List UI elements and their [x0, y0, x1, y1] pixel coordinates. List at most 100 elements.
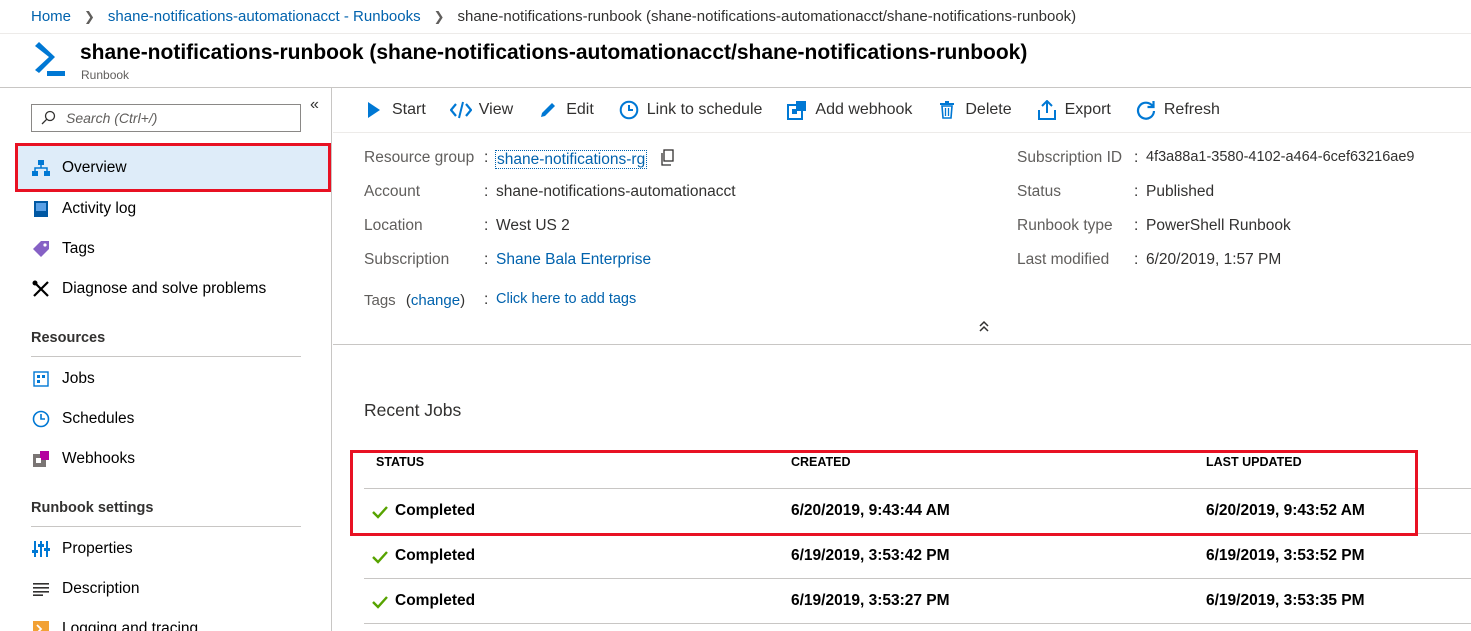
job-status: Completed: [395, 547, 476, 564]
column-header-created[interactable]: CREATED: [791, 455, 851, 469]
divider: [364, 623, 1471, 624]
link-to-schedule-button[interactable]: Link to schedule: [618, 99, 763, 121]
sidebar-item-label: Activity log: [62, 200, 137, 217]
colon: :: [1134, 217, 1139, 234]
sidebar-item-properties[interactable]: Properties: [17, 529, 329, 569]
delete-button[interactable]: Delete: [936, 99, 1012, 121]
resource-group-link[interactable]: shane-notifications-rg: [495, 150, 648, 169]
start-button[interactable]: Start: [363, 99, 426, 121]
page-subtitle: Runbook: [81, 68, 130, 82]
powershell-runbook-icon: [35, 42, 65, 76]
link-to-schedule-label: Link to schedule: [646, 101, 763, 118]
tags-change-link[interactable]: change: [411, 292, 460, 309]
subscription-link[interactable]: Shane Bala Enterprise: [496, 251, 651, 269]
export-button[interactable]: Export: [1036, 99, 1111, 121]
delete-label: Delete: [965, 101, 1012, 118]
search-box[interactable]: [31, 104, 301, 132]
job-updated: 6/19/2019, 3:53:35 PM: [1206, 592, 1365, 609]
start-label: Start: [392, 101, 426, 118]
trash-icon: [936, 99, 958, 121]
divider: [31, 356, 301, 357]
account-value: shane-notifications-automationacct: [496, 183, 736, 200]
sidebar-item-label: Schedules: [62, 410, 135, 427]
subscription-id-label: Subscription ID: [1017, 149, 1123, 166]
divider: [364, 533, 1471, 534]
search-input[interactable]: [66, 110, 286, 126]
last-modified-label: Last modified: [1017, 251, 1110, 268]
refresh-label: Refresh: [1163, 101, 1220, 118]
sidebar-item-diagnose[interactable]: Diagnose and solve problems: [17, 269, 329, 309]
view-label: View: [478, 101, 514, 118]
sidebar-item-label: Overview: [62, 158, 127, 176]
sidebar-item-logging[interactable]: Logging and tracing: [17, 609, 329, 631]
sidebar-item-jobs[interactable]: Jobs: [17, 359, 329, 399]
colon: :: [1134, 149, 1139, 166]
view-button[interactable]: View: [449, 99, 514, 121]
sidebar: « Overview Activity log Tags Diagnose an…: [0, 88, 332, 631]
edit-button[interactable]: Edit: [537, 99, 594, 121]
resource-group-value-row: shane-notifications-rg: [495, 149, 675, 169]
pencil-icon: [537, 99, 559, 121]
job-updated: 6/20/2019, 9:43:52 AM: [1206, 502, 1365, 519]
play-icon: [363, 99, 385, 121]
column-header-status[interactable]: STATUS: [376, 455, 424, 469]
logging-icon: [31, 619, 51, 631]
activity-log-icon: [31, 199, 51, 219]
breadcrumb-home[interactable]: Home: [31, 8, 71, 25]
collapse-sidebar-button[interactable]: «: [310, 96, 319, 114]
sidebar-item-description[interactable]: Description: [17, 569, 329, 609]
divider: [364, 578, 1471, 579]
refresh-icon: [1135, 99, 1157, 121]
job-status: Completed: [395, 592, 476, 609]
add-webhook-button[interactable]: Add webhook: [786, 99, 912, 121]
sidebar-item-schedules[interactable]: Schedules: [17, 399, 329, 439]
clock-icon: [31, 409, 51, 429]
checkmark-icon: [372, 551, 388, 564]
sidebar-item-label: Jobs: [62, 370, 95, 387]
export-icon: [1036, 99, 1058, 121]
location-label: Location: [364, 217, 423, 234]
colon: :: [484, 251, 489, 268]
sidebar-item-label: Diagnose and solve problems: [62, 280, 267, 297]
sidebar-item-webhooks[interactable]: Webhooks: [17, 439, 329, 479]
location-value: West US 2: [496, 217, 570, 234]
last-modified-value: 6/20/2019, 1:57 PM: [1146, 251, 1282, 268]
section-heading-resources: Resources: [31, 330, 106, 346]
subscription-id-value: 4f3a88a1-3580-4102-a464-6cef63216ae9: [1146, 149, 1415, 165]
sidebar-item-label: Webhooks: [62, 450, 135, 467]
search-icon: [41, 110, 56, 125]
subscription-label: Subscription: [364, 251, 450, 268]
divider: [364, 488, 1471, 489]
copy-icon[interactable]: [660, 149, 675, 166]
edit-label: Edit: [566, 101, 594, 118]
divider: [31, 526, 301, 527]
status-label: Status: [1017, 183, 1061, 200]
colon: :: [1134, 183, 1139, 200]
colon: :: [484, 217, 489, 234]
clock-icon: [618, 99, 640, 121]
colon: :: [484, 291, 489, 308]
webhook-icon: [31, 449, 51, 469]
collapse-essentials-icon[interactable]: [978, 320, 990, 335]
divider: [333, 344, 1471, 345]
recent-jobs-title: Recent Jobs: [364, 400, 462, 420]
breadcrumb-account[interactable]: shane-notifications-automationacct - Run…: [108, 8, 421, 25]
breadcrumb-current: shane-notifications-runbook (shane-notif…: [457, 8, 1077, 25]
chevron-right-icon: ❯: [433, 8, 445, 24]
sidebar-item-tags[interactable]: Tags: [17, 229, 329, 269]
sidebar-item-label: Description: [62, 580, 140, 597]
add-tags-link[interactable]: Click here to add tags: [496, 291, 636, 307]
wrench-icon: [31, 279, 51, 299]
tags-label-row: Tags (change): [364, 292, 466, 309]
account-label: Account: [364, 183, 421, 200]
job-created: 6/19/2019, 3:53:27 PM: [791, 592, 950, 609]
refresh-button[interactable]: Refresh: [1135, 99, 1220, 121]
section-heading-runbook-settings: Runbook settings: [31, 500, 154, 516]
tag-icon: [31, 239, 51, 259]
job-created: 6/19/2019, 3:53:42 PM: [791, 547, 950, 564]
sidebar-item-overview[interactable]: Overview: [15, 143, 331, 192]
column-header-last-updated[interactable]: LAST UPDATED: [1206, 455, 1302, 469]
sidebar-item-activity-log[interactable]: Activity log: [17, 189, 329, 229]
checkmark-icon: [372, 596, 388, 609]
sidebar-item-label: Logging and tracing: [62, 620, 199, 631]
